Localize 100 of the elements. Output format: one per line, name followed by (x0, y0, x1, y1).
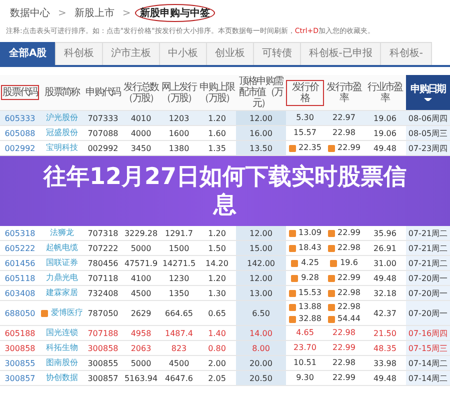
table-cell: 707333 (88, 114, 118, 122)
table-cell: 08-05周三 (408, 128, 448, 138)
stock-name-link[interactable]: 爱博医疗 (51, 307, 83, 319)
stock-code-link[interactable]: 605222 (4, 244, 36, 252)
stock-name-link[interactable]: 宝明科技 (46, 142, 78, 154)
table-cell: 1.40 (208, 328, 226, 338)
table-cell: 664.65 (165, 308, 193, 318)
table-cell: 42.37 (374, 308, 396, 318)
tab[interactable]: 中小板 (158, 42, 207, 65)
stock-code-link[interactable]: 605318 (4, 228, 36, 238)
table-cell: 07-16周四 (408, 328, 448, 338)
column-header[interactable]: 顶格申购需配市值（万元） (236, 75, 286, 110)
stock-code-link[interactable]: 300855 (4, 358, 36, 368)
tab[interactable]: 科创板-已申报 (300, 42, 382, 65)
breadcrumb-link[interactable]: 数据中心 (6, 5, 54, 21)
stock-name-link[interactable]: 协创数据 (46, 372, 78, 384)
tab[interactable]: 全部A股 (0, 42, 56, 65)
stock-code-link[interactable]: 603408 (4, 288, 36, 298)
table-cell: 48.35 (374, 344, 396, 352)
table-cell: 32.88 (298, 313, 322, 324)
table-cell: 07-20周一 (408, 308, 448, 318)
table-cell: 19.06 (374, 114, 396, 122)
table-cell: 1.20 (208, 228, 226, 238)
breadcrumb-link[interactable]: 新股申购与中签 (134, 4, 215, 22)
stock-code-link[interactable]: 605188 (4, 328, 36, 338)
tab[interactable]: 创业板 (206, 42, 254, 65)
table-cell: 22.99 (332, 372, 356, 384)
table-cell: 13.88 (298, 301, 322, 313)
stock-code-link[interactable]: 601456 (4, 258, 36, 268)
stock-name-link[interactable]: 起帆电缆 (46, 242, 78, 254)
table-cell: 4500 (130, 288, 152, 298)
table-cell: 12.00 (250, 274, 272, 282)
table-cell: 07-23周四 (408, 144, 448, 152)
table-cell: 1380 (168, 144, 190, 152)
table-cell: 707118 (88, 274, 118, 282)
table-cell: 142.00 (247, 258, 275, 268)
table-cell: 707222 (88, 244, 118, 252)
table-cell: 22.97 (332, 112, 356, 124)
table-cell: 22.98 (338, 287, 360, 299)
table-cell: 002992 (88, 144, 118, 152)
stock-name-link[interactable]: 建霖家居 (46, 287, 78, 299)
table-cell: 787050 (88, 308, 118, 318)
stock-code-link[interactable]: 688050 (4, 308, 36, 318)
table-cell: 1600 (168, 128, 190, 138)
table-cell: 22.99 (338, 227, 360, 239)
stock-name-link[interactable]: 法狮龙 (50, 227, 74, 239)
tab[interactable]: 科创板 (54, 42, 103, 65)
table-cell: 16.00 (250, 128, 272, 138)
table-cell: 07-21周二 (408, 244, 448, 252)
table-cell: 07-15周三 (408, 344, 448, 352)
stock-code-link[interactable]: 605088 (4, 128, 36, 138)
table-cell: 5000 (130, 244, 152, 252)
table-cell: 9.30 (296, 372, 314, 384)
table-cell: 14.00 (250, 328, 272, 338)
column-header[interactable]: 股票代码 (0, 85, 40, 100)
stock-code-link[interactable]: 300857 (4, 374, 36, 382)
stock-name-link[interactable]: 图南股份 (46, 357, 78, 369)
breadcrumb-link[interactable]: 新股上市 (70, 5, 118, 21)
stock-name-link[interactable]: 国联证券 (46, 257, 78, 269)
table-cell: 8.00 (252, 344, 270, 352)
banner-title: 往年12月27日如何下载实时股票信息 (42, 163, 408, 219)
table-cell: 1.20 (208, 274, 226, 282)
stock-name-link[interactable]: 力鼎光电 (46, 272, 78, 284)
table-cell: 4.25 (301, 257, 319, 269)
table-cell: 08-06周四 (408, 114, 448, 122)
table-cell: 4.65 (296, 327, 314, 339)
tab[interactable]: 科创板- (380, 42, 432, 65)
table-cell: 2.05 (208, 374, 226, 382)
table-cell: 15.00 (250, 244, 272, 252)
tab[interactable]: 沪市主板 (102, 42, 160, 65)
table-cell: 10.51 (294, 357, 316, 369)
table-cell: 15.53 (298, 287, 322, 299)
table-cell: 15.57 (294, 127, 316, 139)
table-cell: 732408 (88, 288, 118, 298)
table-cell: 07-21周二 (408, 258, 448, 268)
table-cell: 3450 (130, 144, 152, 152)
stock-code-link[interactable]: 605118 (4, 274, 36, 282)
column-header[interactable]: 发行价格 (286, 80, 324, 106)
stock-code-link[interactable]: 300858 (4, 344, 36, 352)
table-cell: 300858 (88, 344, 118, 352)
table-cell: 1500 (168, 244, 190, 252)
tab[interactable]: 可转债 (252, 42, 301, 65)
stock-code-link[interactable]: 002992 (4, 144, 36, 152)
stock-name-link[interactable]: 国光连锁 (46, 327, 78, 339)
table-cell: 5.30 (296, 112, 314, 124)
table-cell: 4100 (130, 274, 152, 282)
table-cell: 1230 (168, 274, 190, 282)
table-cell: 20.50 (250, 374, 272, 382)
table-cell: 780456 (88, 258, 118, 268)
table-cell: 18.43 (298, 242, 322, 254)
table-cell: 20.00 (250, 358, 272, 368)
stock-name-link[interactable]: 冠盛股份 (46, 127, 78, 139)
table-cell: 1.30 (208, 288, 226, 298)
table-cell: 22.98 (332, 327, 356, 339)
table-cell: 22.35 (298, 142, 322, 154)
table-cell: 22.99 (338, 272, 360, 284)
separator: > (122, 8, 131, 18)
table-cell: 2.00 (208, 358, 226, 368)
stock-name-link[interactable]: 科拓生物 (46, 342, 78, 354)
table-cell: 13.09 (298, 227, 322, 239)
